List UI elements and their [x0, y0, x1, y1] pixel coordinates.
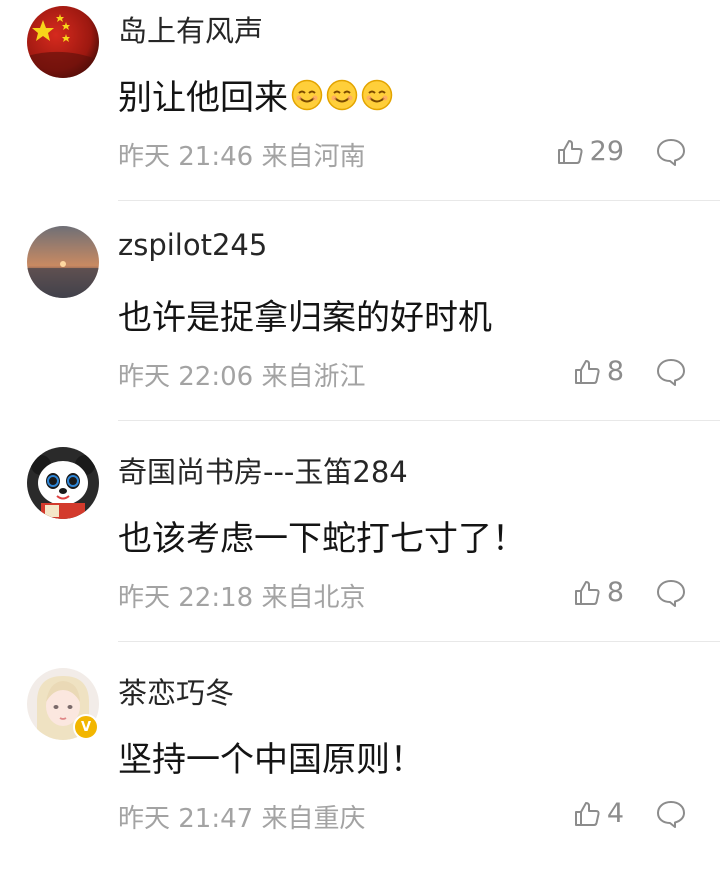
- comment-location: 来自浙江: [261, 362, 366, 392]
- divider: [118, 641, 720, 642]
- like-button[interactable]: 29: [556, 136, 624, 167]
- comment-text-content: 也该考虑一下蛇打七寸了！: [118, 519, 526, 559]
- comment-item: 岛上有风声 别让他回来 昨天 21:46 来自河南 29: [0, 0, 720, 220]
- like-count: 8: [606, 577, 624, 608]
- comment-item: V 茶恋巧冬 坚持一个中国原则！ 昨天 21:47 来自重庆 4: [0, 662, 720, 882]
- comment-meta: 昨天 21:47 来自重庆: [118, 798, 365, 835]
- username[interactable]: 奇国尚书房---玉笛284: [118, 449, 408, 491]
- reply-button[interactable]: [655, 577, 687, 609]
- comment-text: 坚持一个中国原则！: [118, 732, 424, 781]
- comment-text: 也许是捉拿归案的好时机: [118, 290, 492, 339]
- comment-item: zspilot245 也许是捉拿归案的好时机 昨天 22:06 来自浙江 8: [0, 220, 720, 440]
- divider: [118, 420, 720, 421]
- comment-location: 来自河南: [261, 142, 366, 172]
- like-count: 4: [606, 798, 624, 829]
- avatar[interactable]: [27, 447, 99, 519]
- comment-meta: 昨天 22:06 来自浙江: [118, 356, 365, 393]
- avatar[interactable]: [27, 6, 99, 78]
- like-button[interactable]: 4: [573, 798, 624, 829]
- smile-emoji-icon: [361, 79, 393, 111]
- comment-time: 昨天 21:47: [118, 804, 254, 834]
- comment-time: 昨天 21:46: [118, 142, 254, 172]
- comment-bubble-icon: [657, 801, 685, 828]
- avatar[interactable]: [27, 226, 99, 298]
- comment-item: 奇国尚书房---玉笛284 也该考虑一下蛇打七寸了！ 昨天 22:18 来自北京…: [0, 441, 720, 661]
- reply-button[interactable]: [655, 356, 687, 388]
- comment-location: 来自北京: [261, 583, 366, 613]
- thumbs-up-icon: [574, 359, 600, 384]
- reply-button[interactable]: [655, 136, 687, 168]
- sunset-sea-avatar-icon: [27, 226, 99, 298]
- comment-time: 昨天 22:06: [118, 362, 254, 392]
- comment-text-content: 别让他回来: [118, 78, 288, 118]
- comment-text: 也该考虑一下蛇打七寸了！: [118, 511, 526, 560]
- comment-meta: 昨天 22:18 来自北京: [118, 577, 365, 614]
- comment-bubble-icon: [657, 139, 685, 166]
- username[interactable]: 岛上有风声: [118, 8, 263, 50]
- username[interactable]: zspilot245: [118, 228, 267, 262]
- verified-badge: V: [73, 714, 99, 740]
- thumbs-up-icon: [574, 580, 600, 605]
- thumbs-up-icon: [574, 801, 600, 826]
- comment-bubble-icon: [657, 359, 685, 386]
- like-count: 8: [606, 356, 624, 387]
- smile-emoji-icon: [326, 79, 358, 111]
- comment-text-content: 坚持一个中国原则！: [118, 740, 424, 780]
- comment-meta: 昨天 21:46 来自河南: [118, 136, 365, 173]
- flag-avatar-icon: [27, 6, 99, 78]
- comment-text-content: 也许是捉拿归案的好时机: [118, 298, 492, 338]
- smile-emoji-icon: [291, 79, 323, 111]
- thumbs-up-icon: [557, 139, 583, 164]
- reply-button[interactable]: [655, 798, 687, 830]
- panda-avatar-icon: [27, 447, 99, 519]
- like-button[interactable]: 8: [573, 577, 624, 608]
- like-button[interactable]: 8: [573, 356, 624, 387]
- comment-time: 昨天 22:18: [118, 583, 254, 613]
- divider: [118, 200, 720, 201]
- username[interactable]: 茶恋巧冬: [118, 670, 234, 712]
- like-count: 29: [589, 136, 624, 167]
- comment-location: 来自重庆: [261, 804, 366, 834]
- comment-bubble-icon: [657, 580, 685, 607]
- comment-text: 别让他回来: [118, 70, 393, 119]
